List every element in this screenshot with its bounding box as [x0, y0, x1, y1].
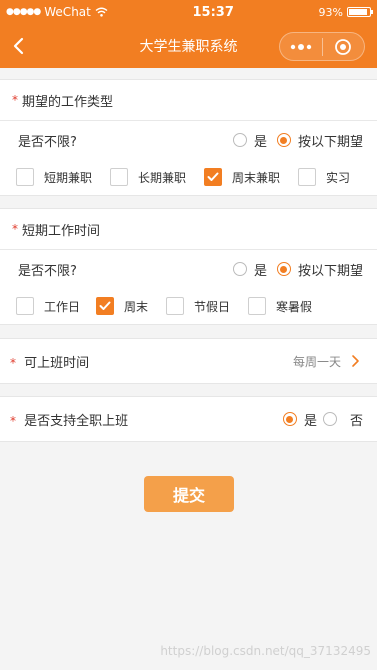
status-right: 93% — [318, 5, 373, 19]
status-left: ●●●●● WeChat — [6, 5, 108, 19]
short-time-section: * 短期工作时间 是否不限? 是 按以下期望 工作日 周末 节假日 寒暑假 — [0, 208, 377, 325]
checkbox-label: 寒暑假 — [276, 299, 313, 314]
required-marker: * — [10, 413, 16, 428]
checkbox-internship[interactable] — [298, 168, 316, 186]
page-title: 大学生兼职系统 — [139, 39, 238, 55]
close-button[interactable] — [323, 33, 365, 60]
checkbox-weekend[interactable] — [96, 297, 114, 315]
radio-unlimited-yes[interactable] — [232, 262, 247, 276]
job-type-section: * 期望的工作类型 是否不限? 是 按以下期望 短期兼职 长期兼职 周末兼职 实… — [0, 79, 377, 196]
required-marker: * — [10, 355, 16, 370]
fulltime-radio-group: 是 否 — [282, 410, 363, 429]
capsule-menu — [279, 32, 365, 61]
checkbox-item-vacation[interactable]: 寒暑假 — [248, 297, 312, 315]
submit-button[interactable]: 提交 — [144, 476, 234, 512]
job-type-title: * 期望的工作类型 — [0, 80, 377, 121]
checkbox-holiday[interactable] — [166, 297, 184, 315]
short-time-title-text: 短期工作时间 — [22, 223, 101, 239]
status-time: 15:37 — [192, 4, 234, 20]
short-time-question-row: 是否不限? 是 按以下期望 — [0, 250, 377, 288]
short-time-question: 是否不限? — [18, 263, 77, 279]
chevron-right-icon — [352, 355, 359, 367]
radio-unlimited-yes[interactable] — [232, 133, 247, 147]
checkbox-item-holiday[interactable]: 节假日 — [166, 297, 248, 315]
checkbox-label: 周末兼职 — [232, 170, 281, 185]
short-time-checkbox-row: 工作日 周末 节假日 寒暑假 — [0, 288, 377, 324]
fulltime-row-inner: * 是否支持全职上班 是 否 — [0, 397, 377, 441]
checkbox-workday[interactable] — [16, 297, 34, 315]
radio-by-expectation[interactable] — [276, 262, 291, 276]
radio-by-expectation[interactable] — [276, 133, 291, 147]
fulltime-row: * 是否支持全职上班 是 否 — [0, 396, 377, 442]
check-icon — [99, 301, 111, 310]
checkbox-item-weekend[interactable]: 周末兼职 — [204, 168, 298, 186]
watermark: https://blog.csdn.net/qq_37132495 — [160, 644, 371, 658]
radio-fulltime-yes-label: 是 — [303, 413, 317, 429]
checkbox-label: 长期兼职 — [138, 170, 187, 185]
checkbox-item-short-term[interactable]: 短期兼职 — [16, 168, 110, 186]
radio-fulltime-no[interactable] — [322, 412, 337, 426]
nav-bar: 大学生兼职系统 — [0, 24, 377, 68]
chevron-left-icon — [13, 37, 24, 55]
radio-fulltime-yes[interactable] — [282, 412, 297, 426]
job-type-question: 是否不限? — [18, 134, 77, 150]
work-time-row[interactable]: * 可上班时间 每周一天 — [0, 338, 377, 384]
checkbox-item-internship[interactable]: 实习 — [298, 168, 350, 186]
checkbox-label: 工作日 — [44, 299, 81, 314]
checkbox-item-long-term[interactable]: 长期兼职 — [110, 168, 204, 186]
checkbox-item-workday[interactable]: 工作日 — [16, 297, 96, 315]
checkbox-label: 实习 — [326, 170, 351, 185]
radio-expectation-label: 按以下期望 — [297, 134, 363, 150]
fulltime-label: 是否支持全职上班 — [24, 413, 129, 429]
required-marker: * — [12, 93, 18, 107]
radio-expectation-label: 按以下期望 — [297, 263, 363, 279]
short-time-title: * 短期工作时间 — [0, 209, 377, 250]
checkbox-label: 节假日 — [194, 299, 231, 314]
checkbox-label: 周末 — [124, 299, 149, 314]
signal-icon: ●●●●● — [6, 7, 41, 17]
job-type-radio-group: 是 按以下期望 — [232, 131, 363, 150]
work-time-row-inner: * 可上班时间 每周一天 — [0, 339, 377, 383]
carrier-label: WeChat — [44, 5, 91, 19]
short-time-radio-group: 是 按以下期望 — [232, 260, 363, 279]
battery-fill — [348, 9, 368, 15]
fulltime-label-wrap: * 是否支持全职上班 — [10, 410, 128, 429]
more-dots-icon — [290, 43, 311, 50]
checkbox-weekend[interactable] — [204, 168, 222, 186]
radio-fulltime-no-label: 否 — [349, 413, 363, 429]
required-marker: * — [12, 222, 18, 236]
checkbox-item-weekend[interactable]: 周末 — [96, 297, 166, 315]
job-type-checkbox-row: 短期兼职 长期兼职 周末兼职 实习 — [0, 159, 377, 195]
work-time-label: 可上班时间 — [24, 355, 90, 371]
back-button[interactable] — [8, 34, 28, 58]
radio-yes-label: 是 — [253, 134, 267, 150]
job-type-title-text: 期望的工作类型 — [22, 94, 114, 110]
job-type-question-row: 是否不限? 是 按以下期望 — [0, 121, 377, 159]
work-time-value: 每周一天 — [292, 354, 341, 369]
target-circle-icon — [335, 38, 352, 55]
battery-icon — [346, 7, 373, 17]
battery-percent: 93% — [318, 5, 343, 19]
checkbox-label: 短期兼职 — [44, 170, 93, 185]
checkbox-short-term[interactable] — [16, 168, 34, 186]
check-icon — [207, 172, 219, 181]
checkbox-vacation[interactable] — [248, 297, 266, 315]
work-time-label-wrap: * 可上班时间 — [10, 352, 89, 371]
more-button[interactable] — [280, 33, 322, 60]
checkbox-long-term[interactable] — [110, 168, 128, 186]
work-time-value-wrap: 每周一天 — [293, 353, 363, 370]
radio-yes-label: 是 — [253, 263, 267, 279]
status-bar: ●●●●● WeChat 15:37 93% — [0, 0, 377, 24]
wifi-icon — [95, 7, 108, 17]
